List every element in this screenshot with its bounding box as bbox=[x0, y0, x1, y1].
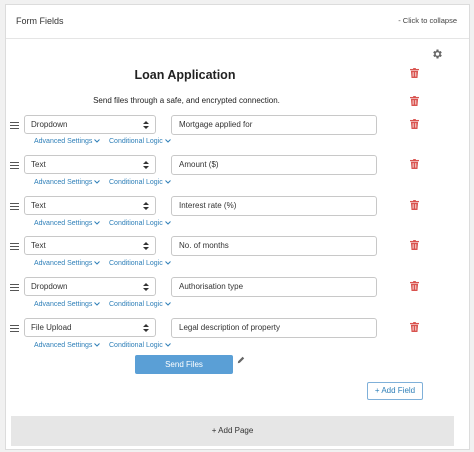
chevron-down-icon bbox=[164, 180, 171, 184]
trash-icon[interactable] bbox=[410, 119, 419, 129]
panel-title: Form Fields bbox=[16, 16, 64, 26]
conditional-logic-link[interactable]: Conditional Logic bbox=[109, 220, 171, 227]
trash-icon[interactable] bbox=[410, 159, 419, 169]
select-arrows-icon bbox=[143, 161, 149, 169]
drag-handle-icon[interactable] bbox=[10, 243, 19, 250]
drag-handle-icon[interactable] bbox=[10, 162, 19, 169]
field-label-input[interactable]: Legal description of property bbox=[171, 318, 377, 338]
field-type-select[interactable]: Dropdown bbox=[24, 115, 156, 134]
field-type-select[interactable]: Dropdown bbox=[24, 277, 156, 296]
field-type-select[interactable]: Text bbox=[24, 155, 156, 174]
chevron-down-icon bbox=[164, 343, 171, 347]
pencil-icon[interactable] bbox=[237, 356, 245, 364]
advanced-settings-label: Advanced Settings bbox=[34, 260, 93, 267]
gear-icon[interactable] bbox=[431, 48, 443, 60]
select-arrows-icon bbox=[143, 202, 149, 210]
field-type-value: File Upload bbox=[31, 323, 72, 332]
select-arrows-icon bbox=[143, 324, 149, 332]
select-arrows-icon bbox=[143, 121, 149, 129]
field-type-value: Dropdown bbox=[31, 120, 68, 129]
collapse-toggle[interactable]: - Click to collapse bbox=[398, 16, 457, 25]
add-page-button[interactable]: + Add Page bbox=[11, 416, 454, 446]
form-subtitle[interactable]: Send files through a safe, and encrypted… bbox=[0, 96, 373, 105]
field-type-value: Text bbox=[31, 160, 46, 169]
field-label-input[interactable]: Mortgage applied for bbox=[171, 115, 377, 135]
add-field-button[interactable]: + Add Field bbox=[367, 382, 423, 400]
field-type-value: Text bbox=[31, 201, 46, 210]
field-type-select[interactable]: Text bbox=[24, 236, 156, 255]
trash-icon[interactable] bbox=[410, 322, 419, 332]
chevron-down-icon bbox=[94, 302, 101, 306]
field-label-input[interactable]: Interest rate (%) bbox=[171, 196, 377, 216]
field-label-input[interactable]: Amount ($) bbox=[171, 155, 377, 175]
advanced-settings-link[interactable]: Advanced Settings bbox=[34, 342, 101, 349]
conditional-logic-link[interactable]: Conditional Logic bbox=[109, 342, 171, 349]
field-type-select[interactable]: File Upload bbox=[24, 318, 156, 337]
trash-icon[interactable] bbox=[410, 240, 419, 250]
field-label-input[interactable]: Authorisation type bbox=[171, 277, 377, 297]
conditional-logic-label: Conditional Logic bbox=[109, 342, 163, 349]
chevron-down-icon bbox=[164, 221, 171, 225]
advanced-settings-label: Advanced Settings bbox=[34, 179, 93, 186]
trash-icon[interactable] bbox=[410, 68, 419, 78]
field-type-select[interactable]: Text bbox=[24, 196, 156, 215]
panel-header[interactable]: Form Fields - Click to collapse bbox=[6, 5, 469, 39]
trash-icon[interactable] bbox=[410, 281, 419, 291]
advanced-settings-label: Advanced Settings bbox=[34, 342, 93, 349]
drag-handle-icon[interactable] bbox=[10, 122, 19, 129]
conditional-logic-link[interactable]: Conditional Logic bbox=[109, 260, 171, 267]
chevron-down-icon bbox=[94, 261, 101, 265]
chevron-down-icon bbox=[94, 221, 101, 225]
advanced-settings-label: Advanced Settings bbox=[34, 301, 93, 308]
advanced-settings-link[interactable]: Advanced Settings bbox=[34, 301, 101, 308]
conditional-logic-link[interactable]: Conditional Logic bbox=[109, 301, 171, 308]
advanced-settings-link[interactable]: Advanced Settings bbox=[34, 138, 101, 145]
conditional-logic-label: Conditional Logic bbox=[109, 301, 163, 308]
conditional-logic-link[interactable]: Conditional Logic bbox=[109, 179, 171, 186]
drag-handle-icon[interactable] bbox=[10, 325, 19, 332]
field-type-value: Dropdown bbox=[31, 282, 68, 291]
advanced-settings-link[interactable]: Advanced Settings bbox=[34, 179, 101, 186]
field-label-input[interactable]: No. of months bbox=[171, 236, 377, 256]
advanced-settings-link[interactable]: Advanced Settings bbox=[34, 220, 101, 227]
chevron-down-icon bbox=[164, 302, 171, 306]
advanced-settings-label: Advanced Settings bbox=[34, 138, 93, 145]
advanced-settings-link[interactable]: Advanced Settings bbox=[34, 260, 101, 267]
drag-handle-icon[interactable] bbox=[10, 203, 19, 210]
conditional-logic-label: Conditional Logic bbox=[109, 179, 163, 186]
chevron-down-icon bbox=[94, 343, 101, 347]
trash-icon[interactable] bbox=[410, 200, 419, 210]
drag-handle-icon[interactable] bbox=[10, 284, 19, 291]
conditional-logic-link[interactable]: Conditional Logic bbox=[109, 138, 171, 145]
advanced-settings-label: Advanced Settings bbox=[34, 220, 93, 227]
chevron-down-icon bbox=[94, 139, 101, 143]
trash-icon[interactable] bbox=[410, 96, 419, 106]
form-title[interactable]: Loan Application bbox=[0, 68, 370, 82]
chevron-down-icon bbox=[164, 139, 171, 143]
select-arrows-icon bbox=[143, 283, 149, 291]
send-files-button[interactable]: Send Files bbox=[135, 355, 233, 374]
chevron-down-icon bbox=[94, 180, 101, 184]
chevron-down-icon bbox=[164, 261, 171, 265]
field-type-value: Text bbox=[31, 241, 46, 250]
conditional-logic-label: Conditional Logic bbox=[109, 220, 163, 227]
conditional-logic-label: Conditional Logic bbox=[109, 260, 163, 267]
select-arrows-icon bbox=[143, 242, 149, 250]
conditional-logic-label: Conditional Logic bbox=[109, 138, 163, 145]
